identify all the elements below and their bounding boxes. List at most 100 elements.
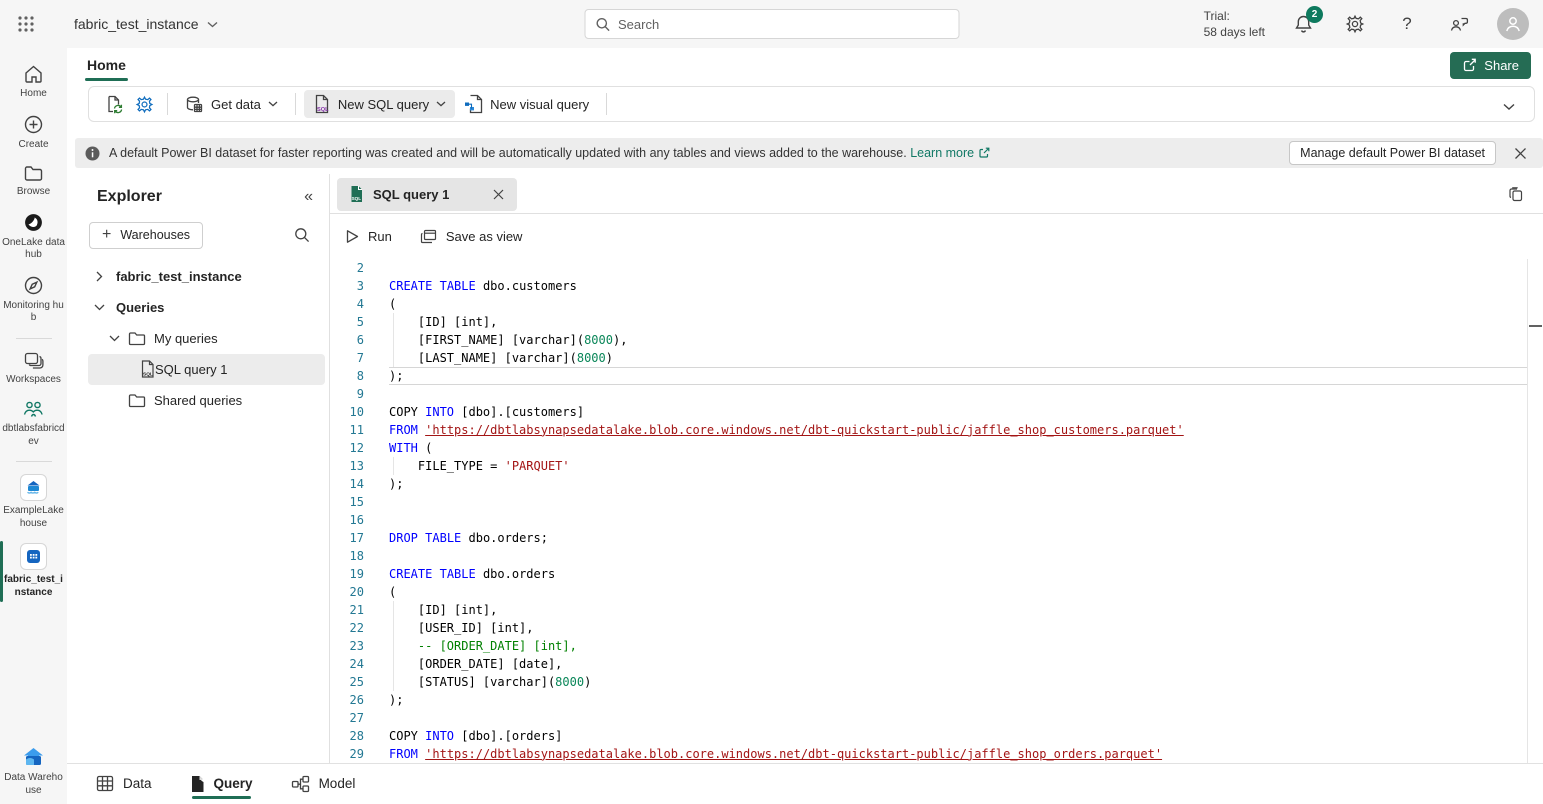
code-line[interactable]: 21 [ID] [int],: [330, 601, 1528, 619]
notifications-button[interactable]: 2: [1289, 10, 1317, 38]
code-line[interactable]: 28COPY INTO [dbo].[orders]: [330, 727, 1528, 745]
rail-item-data-warehouse[interactable]: Data Warehouse: [0, 740, 67, 804]
tab-sql-query-1[interactable]: SQL SQL query 1: [337, 178, 517, 211]
code-line[interactable]: 5 [ID] [int],: [330, 313, 1528, 331]
code-text[interactable]: -- [ORDER_DATE] [int],: [389, 637, 1528, 655]
code-line[interactable]: 7 [LAST_NAME] [varchar](8000): [330, 349, 1528, 367]
tree-item-queries[interactable]: Queries: [75, 292, 329, 323]
code-line[interactable]: 3CREATE TABLE dbo.customers: [330, 277, 1528, 295]
share-button[interactable]: Share: [1450, 52, 1531, 79]
rail-item-browse[interactable]: Browse: [0, 158, 67, 206]
code-text[interactable]: (: [389, 583, 1528, 601]
code-text[interactable]: DROP TABLE dbo.orders;: [389, 529, 1528, 547]
rail-item-workspaces[interactable]: Workspaces: [0, 345, 67, 394]
run-button[interactable]: Run: [345, 229, 392, 244]
code-line[interactable]: 18: [330, 547, 1528, 565]
manage-default-dataset-button[interactable]: Manage default Power BI dataset: [1289, 141, 1496, 165]
code-line[interactable]: 26);: [330, 691, 1528, 709]
code-text[interactable]: [389, 511, 1528, 529]
rail-item-create[interactable]: Create: [0, 108, 67, 159]
code-line[interactable]: 9: [330, 385, 1528, 403]
code-text[interactable]: COPY INTO [dbo].[customers]: [389, 403, 1528, 421]
rail-item-home[interactable]: Home: [0, 58, 67, 108]
code-line[interactable]: 23 -- [ORDER_DATE] [int],: [330, 637, 1528, 655]
code-text[interactable]: [389, 493, 1528, 511]
collapse-panel-icon[interactable]: «: [304, 188, 313, 206]
code-line[interactable]: 10COPY INTO [dbo].[customers]: [330, 403, 1528, 421]
close-tab-button[interactable]: [487, 183, 509, 205]
code-line[interactable]: 17DROP TABLE dbo.orders;: [330, 529, 1528, 547]
code-line[interactable]: 15: [330, 493, 1528, 511]
code-line[interactable]: 13 FILE_TYPE = 'PARQUET': [330, 457, 1528, 475]
code-text[interactable]: );: [389, 475, 1528, 493]
query-settings-button[interactable]: [129, 90, 159, 118]
banner-close-button[interactable]: [1505, 141, 1535, 165]
get-data-button[interactable]: Get data: [176, 90, 287, 118]
code-text[interactable]: (: [389, 295, 1528, 313]
code-line[interactable]: 16: [330, 511, 1528, 529]
copy-button[interactable]: [1503, 183, 1527, 207]
refresh-button[interactable]: [99, 90, 129, 118]
avatar[interactable]: [1497, 8, 1529, 40]
code-text[interactable]: [STATUS] [varchar](8000): [389, 673, 1528, 691]
save-as-view-button[interactable]: Save as view: [420, 229, 523, 244]
code-text[interactable]: WITH (: [389, 439, 1528, 457]
code-line[interactable]: 2: [330, 259, 1528, 277]
code-line[interactable]: 24 [ORDER_DATE] [date],: [330, 655, 1528, 673]
rail-item-monitoring-hub[interactable]: Monitoring hub: [0, 269, 67, 332]
rail-item-onelake-data-hub[interactable]: OneLake data hub: [0, 206, 67, 269]
code-text[interactable]: [389, 709, 1528, 727]
code-text[interactable]: FILE_TYPE = 'PARQUET': [389, 457, 1528, 475]
code-line[interactable]: 22 [USER_ID] [int],: [330, 619, 1528, 637]
new-visual-query-button[interactable]: New visual query: [455, 90, 598, 118]
add-warehouses-button[interactable]: + Warehouses: [89, 222, 203, 249]
code-text[interactable]: );: [389, 367, 1528, 385]
view-tab-query[interactable]: Query: [190, 764, 253, 804]
help-button[interactable]: ?: [1393, 10, 1421, 38]
code-text[interactable]: [ORDER_DATE] [date],: [389, 655, 1528, 673]
new-sql-query-button[interactable]: SQL New SQL query: [304, 90, 455, 118]
code-text[interactable]: );: [389, 691, 1528, 709]
settings-button[interactable]: [1341, 10, 1369, 38]
code-line[interactable]: 29FROM 'https://dbtlabsynapsedatalake.bl…: [330, 745, 1528, 763]
code-text[interactable]: [FIRST_NAME] [varchar](8000),: [389, 331, 1528, 349]
rail-item-examplelakehouse[interactable]: ExampleLakehouse: [0, 468, 67, 537]
code-line[interactable]: 4(: [330, 295, 1528, 313]
tree-item-my-queries[interactable]: My queries: [75, 323, 329, 354]
code-line[interactable]: 11FROM 'https://dbtlabsynapsedatalake.bl…: [330, 421, 1528, 439]
code-text[interactable]: FROM 'https://dbtlabsynapsedatalake.blob…: [389, 745, 1528, 763]
app-launcher-button[interactable]: [0, 0, 52, 48]
code-text[interactable]: [389, 385, 1528, 403]
search-input[interactable]: [618, 17, 948, 32]
feedback-button[interactable]: [1445, 10, 1473, 38]
code-text[interactable]: CREATE TABLE dbo.customers: [389, 277, 1528, 295]
code-text[interactable]: [389, 259, 1528, 277]
code-line[interactable]: 12WITH (: [330, 439, 1528, 457]
code-text[interactable]: [USER_ID] [int],: [389, 619, 1528, 637]
explorer-search-button[interactable]: [289, 222, 315, 248]
ribbon-collapse-button[interactable]: [1494, 93, 1524, 121]
sql-editor[interactable]: 23CREATE TABLE dbo.customers4(5 [ID] [in…: [330, 259, 1543, 763]
workspace-switcher[interactable]: fabric_test_instance: [74, 16, 218, 32]
tree-item-sql-query-1[interactable]: SQL SQL query 1: [88, 354, 325, 385]
code-line[interactable]: 27: [330, 709, 1528, 727]
tab-home[interactable]: Home: [85, 53, 128, 77]
code-text[interactable]: [ID] [int],: [389, 313, 1528, 331]
code-line[interactable]: 6 [FIRST_NAME] [varchar](8000),: [330, 331, 1528, 349]
rail-item-fabric-test-instance[interactable]: fabric_test_instance: [0, 537, 67, 606]
learn-more-link[interactable]: Learn more: [910, 146, 990, 160]
code-text[interactable]: [LAST_NAME] [varchar](8000): [389, 349, 1528, 367]
rail-item-dbtlabsfabricdev[interactable]: dbtlabsfabricdev: [0, 393, 67, 455]
code-text[interactable]: CREATE TABLE dbo.orders: [389, 565, 1528, 583]
code-line[interactable]: 20(: [330, 583, 1528, 601]
code-text[interactable]: [389, 547, 1528, 565]
view-tab-data[interactable]: Data: [96, 764, 152, 804]
tree-item-shared-queries[interactable]: Shared queries: [75, 385, 329, 416]
code-text[interactable]: FROM 'https://dbtlabsynapsedatalake.blob…: [389, 421, 1528, 439]
code-text[interactable]: COPY INTO [dbo].[orders]: [389, 727, 1528, 745]
tree-item-warehouse-root[interactable]: fabric_test_instance: [75, 261, 329, 292]
code-text[interactable]: [ID] [int],: [389, 601, 1528, 619]
code-line[interactable]: 8);: [330, 367, 1528, 385]
code-line[interactable]: 25 [STATUS] [varchar](8000): [330, 673, 1528, 691]
code-line[interactable]: 19CREATE TABLE dbo.orders: [330, 565, 1528, 583]
